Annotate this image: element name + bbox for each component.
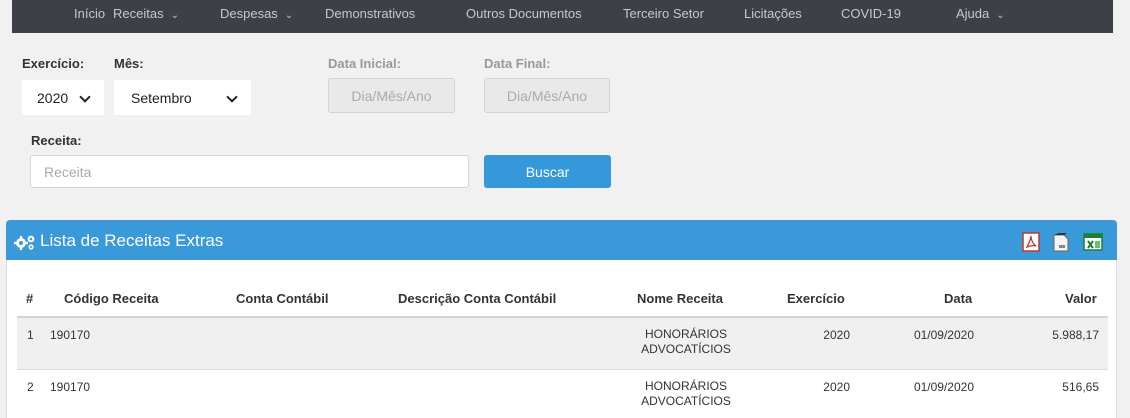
data-inicial-placeholder: Dia/Mês/Ano bbox=[351, 87, 432, 104]
nav-item-label: COVID-19 bbox=[841, 6, 901, 21]
receita-placeholder: Receita bbox=[44, 163, 92, 180]
row-nome-line: HONORÁRIOS bbox=[644, 379, 727, 393]
nav-item-label: Receitas bbox=[113, 6, 164, 21]
row-codigo: 190170 bbox=[50, 328, 91, 342]
data-final-field[interactable]: Dia/Mês/Ano bbox=[484, 78, 610, 113]
row-nome-receita: HONORÁRIOS ADVOCATÍCIOS bbox=[630, 379, 742, 409]
buscar-button[interactable]: Buscar bbox=[484, 155, 611, 188]
row-nome-line: ADVOCATÍCIOS bbox=[641, 394, 731, 408]
nav-item-licitacoes[interactable]: Licitações bbox=[744, 6, 802, 21]
nav-item-label: Despesas bbox=[220, 6, 278, 21]
chevron-down-icon bbox=[226, 91, 238, 103]
panel-title: Lista de Receitas Extras bbox=[40, 231, 224, 250]
top-navbar: Início Receitas ⌄ Despesas ⌄ Demonstrativo… bbox=[12, 0, 1113, 33]
data-inicial-field[interactable]: Dia/Mês/Ano bbox=[328, 78, 455, 113]
header-valor[interactable]: Valor bbox=[1065, 291, 1097, 306]
header-exercicio[interactable]: Exercício bbox=[787, 291, 845, 306]
nav-item-label: Terceiro Setor bbox=[623, 6, 704, 21]
header-index: # bbox=[26, 291, 34, 306]
chevron-down-icon: ⌄ bbox=[284, 10, 294, 21]
data-final-placeholder: Dia/Mês/Ano bbox=[506, 87, 588, 104]
nav-item-demonstrativos[interactable]: Demonstrativos bbox=[325, 6, 415, 21]
nav-item-receitas[interactable]: Receitas ⌄ bbox=[113, 6, 179, 21]
header-conta-contabil[interactable]: Conta Contábil bbox=[236, 291, 328, 306]
row-data: 01/09/2020 bbox=[913, 380, 974, 394]
nav-item-label: Início bbox=[74, 6, 106, 21]
row-valor: 516,65 bbox=[1062, 380, 1099, 394]
chevron-down-icon: ⌄ bbox=[170, 10, 179, 21]
nav-item-covid-19[interactable]: COVID-19 bbox=[841, 6, 901, 21]
data-final-label: Data Final: bbox=[484, 56, 551, 71]
row-nome-receita: HONORÁRIOS ADVOCATÍCIOS bbox=[630, 327, 742, 357]
exercicio-value: 2020 bbox=[37, 89, 69, 106]
data-inicial-label: Data Inicial: bbox=[328, 56, 401, 71]
nav-item-label: Ajuda bbox=[956, 6, 990, 21]
mes-select[interactable]: Setembro bbox=[114, 80, 251, 115]
buscar-label: Buscar bbox=[525, 163, 570, 180]
row-exercicio: 2020 bbox=[823, 380, 850, 394]
nav-item-label: Outros Documentos bbox=[466, 6, 582, 21]
nav-item-inicio[interactable]: Início bbox=[74, 6, 105, 21]
receita-input[interactable]: Receita bbox=[30, 155, 469, 188]
row-data: 01/09/2020 bbox=[913, 328, 974, 342]
txt-icon[interactable] bbox=[1051, 232, 1071, 252]
nav-item-outros-documentos[interactable]: Outros Documentos bbox=[466, 6, 582, 21]
gears-icon bbox=[14, 235, 35, 250]
row-valor: 5.988,17 bbox=[1052, 328, 1099, 342]
nav-item-despesas[interactable]: Despesas ⌄ bbox=[220, 6, 293, 21]
chevron-down-icon: ⌄ bbox=[996, 10, 1005, 21]
nav-item-label: Demonstrativos bbox=[325, 6, 416, 21]
row-index: 2 bbox=[27, 380, 34, 394]
chevron-down-icon bbox=[79, 91, 91, 103]
nav-item-label: Licitações bbox=[744, 6, 802, 21]
nav-item-terceiro-setor[interactable]: Terceiro Setor bbox=[623, 6, 704, 21]
row-nome-line: ADVOCATÍCIOS bbox=[641, 342, 731, 356]
nav-item-ajuda[interactable]: Ajuda ⌄ bbox=[956, 6, 1005, 21]
exercicio-select[interactable]: 2020 bbox=[22, 80, 104, 115]
panel-header: Lista de Receitas Extras bbox=[6, 220, 1117, 260]
mes-label: Mês: bbox=[114, 56, 144, 71]
row-codigo: 190170 bbox=[50, 380, 91, 394]
pdf-icon[interactable] bbox=[1021, 232, 1041, 252]
header-nome-receita[interactable]: Nome Receita bbox=[637, 291, 723, 306]
row-exercicio: 2020 bbox=[823, 328, 850, 342]
row-index: 1 bbox=[27, 328, 34, 342]
receita-label: Receita: bbox=[31, 133, 82, 148]
exercicio-label: Exercício: bbox=[22, 56, 85, 71]
header-data[interactable]: Data bbox=[944, 291, 972, 306]
table-row bbox=[17, 316, 1108, 369]
header-descricao-conta[interactable]: Descrição Conta Contábil bbox=[398, 291, 556, 306]
excel-icon[interactable] bbox=[1083, 232, 1103, 252]
mes-value: Setembro bbox=[131, 89, 192, 106]
row-nome-line: HONORÁRIOS bbox=[644, 327, 727, 341]
header-codigo-receita[interactable]: Código Receita bbox=[64, 291, 159, 306]
